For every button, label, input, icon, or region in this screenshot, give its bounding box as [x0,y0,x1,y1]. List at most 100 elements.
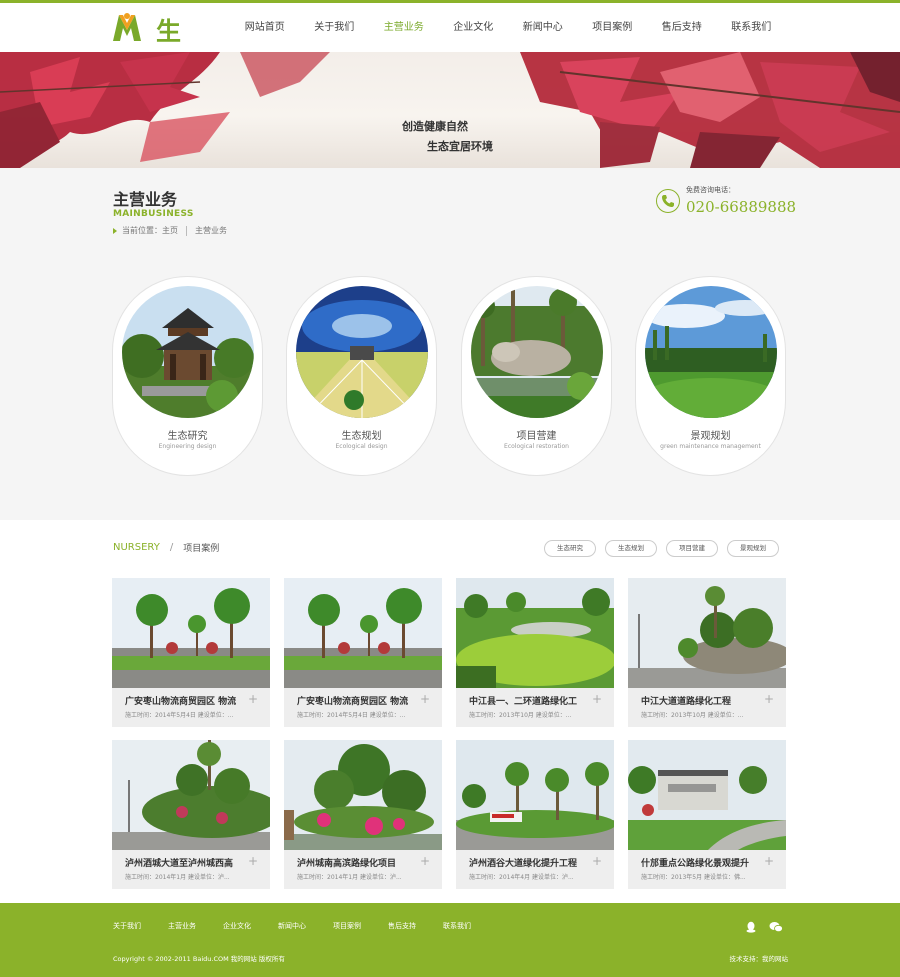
project-filters: 生态研究 生态规划 项目营建 景观规划 [544,540,788,557]
nav-news[interactable]: 新闻中心 [508,3,578,52]
projects-title-cn: 项目案例 [183,544,220,554]
project-card[interactable]: 中江县一、二环道路绿化工 施工时间：2013年10月 建设单位：... + [456,578,614,727]
projects-heading: NURSERY / 项目案例 [113,541,219,554]
service-card-research[interactable]: 生态研究 Engineering design [112,276,263,476]
breadcrumb-divider [186,225,187,236]
filter-research[interactable]: 生态研究 [544,540,596,557]
qq-icon[interactable] [745,918,761,933]
green-belt-photo [456,578,614,688]
monument-wall-photo [628,740,786,850]
wechat-icon[interactable] [769,918,785,933]
service-card-planning[interactable]: 生态规划 Ecological design [286,276,437,476]
logo[interactable]: 生态 [113,12,193,82]
project-meta: 施工时间：2014年4月 建设单位：泸... [469,874,574,881]
projects-title-en: NURSERY [113,542,160,553]
project-meta: 施工时间：2014年1月 建设单位：泸... [297,874,402,881]
nav-contact[interactable]: 联系我们 [717,3,787,52]
nav-about[interactable]: 关于我们 [300,3,370,52]
hero-banner: 创造健康自然 生态宜居环境 [0,52,900,168]
footer-link-news[interactable]: 新闻中心 [278,921,333,931]
hillside-garden-photo [112,740,270,850]
project-title: 广安枣山物流商贸园区 物流 [125,697,237,707]
project-meta: 施工时间：2014年1月 建设单位：泸... [125,874,230,881]
project-title: 泸州酒谷大道绿化提升工程 [469,859,578,869]
footer-link-cases[interactable]: 项目案例 [333,921,388,931]
main-nav: 网站首页 关于我们 主营业务 企业文化 新闻中心 项目案例 售后支持 联系我们 [230,3,786,52]
plaza-photo-icon [296,286,428,418]
logo-mark-icon [113,13,141,41]
project-title: 中江县一、二环道路绿化工 [469,697,578,707]
service-card-construction[interactable]: 项目营建 Ecological restoration [461,276,612,476]
footer-link-business[interactable]: 主营业务 [168,921,223,931]
nav-home[interactable]: 网站首页 [230,3,300,52]
service-name-en: Engineering design [158,443,217,450]
filter-planning[interactable]: 生态规划 [605,540,657,557]
garden-photo-icon [471,286,603,418]
footer-link-about[interactable]: 关于我们 [113,921,168,931]
breadcrumb-current: 主营业务 [195,226,227,235]
service-name: 景观规划 [690,431,731,442]
road-trees-photo [284,578,442,688]
lawn-photo-icon [645,286,777,418]
service-name-en: Ecological restoration [504,443,569,450]
service-name-en: green maintenance management [660,443,761,450]
nav-support[interactable]: 售后支持 [647,3,717,52]
banner-slogan-1: 创造健康自然 [402,120,468,133]
nav-cases[interactable]: 项目案例 [578,3,648,52]
plus-icon[interactable]: + [420,692,430,706]
rockery-photo [628,578,786,688]
nav-culture[interactable]: 企业文化 [439,3,509,52]
tech-support[interactable]: 技术支持：我的网站 [730,953,789,963]
flower-garden-photo [284,740,442,850]
page-subtitle: MAINBUSINESS [113,209,194,219]
project-meta: 施工时间：2014年5月4日 建设单位：... [125,712,234,719]
footer-link-culture[interactable]: 企业文化 [223,921,278,931]
project-meta: 施工时间：2014年5月4日 建设单位：... [297,712,406,719]
project-card[interactable]: 泸州酒谷大道绿化提升工程 施工时间：2014年4月 建设单位：泸... + [456,740,614,889]
project-card[interactable]: 中江大道道路绿化工程 施工时间：2013年10月 建设单位：... + [628,578,786,727]
project-card[interactable]: 泸州城南高滨路绿化项目 施工时间：2014年1月 建设单位：泸... + [284,740,442,889]
breadcrumb-label: 当前位置： [122,226,162,235]
project-meta: 施工时间：2013年10月 建设单位：... [469,712,572,719]
plus-icon[interactable]: + [764,692,774,706]
plus-icon[interactable]: + [420,854,430,868]
filter-landscape[interactable]: 景观规划 [727,540,779,557]
project-card[interactable]: 什邡重点公路绿化景观提升 施工时间：2013年5月 建设单位：佛... + [628,740,786,889]
projects-title-divider: / [169,542,174,553]
plus-icon[interactable]: + [248,692,258,706]
project-title: 泸州城南高滨路绿化项目 [297,859,397,869]
nav-business[interactable]: 主营业务 [369,3,439,52]
service-name-en: Ecological design [335,443,388,450]
footer-social [745,918,793,933]
breadcrumb-arrow-icon [113,227,117,234]
plus-icon[interactable]: + [764,854,774,868]
footer-link-support[interactable]: 售后支持 [388,921,443,931]
breadcrumb: 当前位置： 主页 主营业务 [113,225,227,236]
service-name: 生态研究 [167,431,208,442]
project-card[interactable]: 广安枣山物流商贸园区 物流 施工时间：2014年5月4日 建设单位：... + [112,578,270,727]
plus-icon[interactable]: + [248,854,258,868]
roadside-sign-photo [456,740,614,850]
banner-slogan-2: 生态宜居环境 [427,140,493,153]
footer-link-contact[interactable]: 联系我们 [443,921,498,931]
hotline-number: 020-66889888 [686,198,797,216]
project-meta: 施工时间：2013年5月 建设单位：佛... [641,874,746,881]
pavilion-photo-icon [122,286,254,418]
plus-icon[interactable]: + [592,692,602,706]
project-title: 广安枣山物流商贸园区 物流 [297,697,409,707]
hotline-label: 免费咨询电话： [686,186,735,194]
breadcrumb-home[interactable]: 主页 [162,225,178,236]
site-header: 生态 网站首页 关于我们 主营业务 企业文化 新闻中心 项目案例 售后支持 联系… [0,3,900,82]
project-title: 泸州酒城大道至泸州城西高 [125,859,234,869]
project-card[interactable]: 广安枣山物流商贸园区 物流 施工时间：2014年5月4日 建设单位：... + [284,578,442,727]
service-card-landscape[interactable]: 景观规划 green maintenance management [635,276,786,476]
page-title: 主营业务 [113,190,178,209]
project-card[interactable]: 泸州酒城大道至泸州城西高 施工时间：2014年1月 建设单位：泸... + [112,740,270,889]
road-trees-photo [112,578,270,688]
site-footer: 关于我们 主营业务 企业文化 新闻中心 项目案例 售后支持 联系我们 Copyr… [0,903,900,977]
copyright: Copyright © 2002-2011 Baidu.COM 我的网站 版权所… [113,955,285,963]
footer-nav: 关于我们 主营业务 企业文化 新闻中心 项目案例 售后支持 联系我们 [113,921,498,931]
filter-construction[interactable]: 项目营建 [666,540,718,557]
plus-icon[interactable]: + [592,854,602,868]
service-name: 生态规划 [341,431,382,442]
